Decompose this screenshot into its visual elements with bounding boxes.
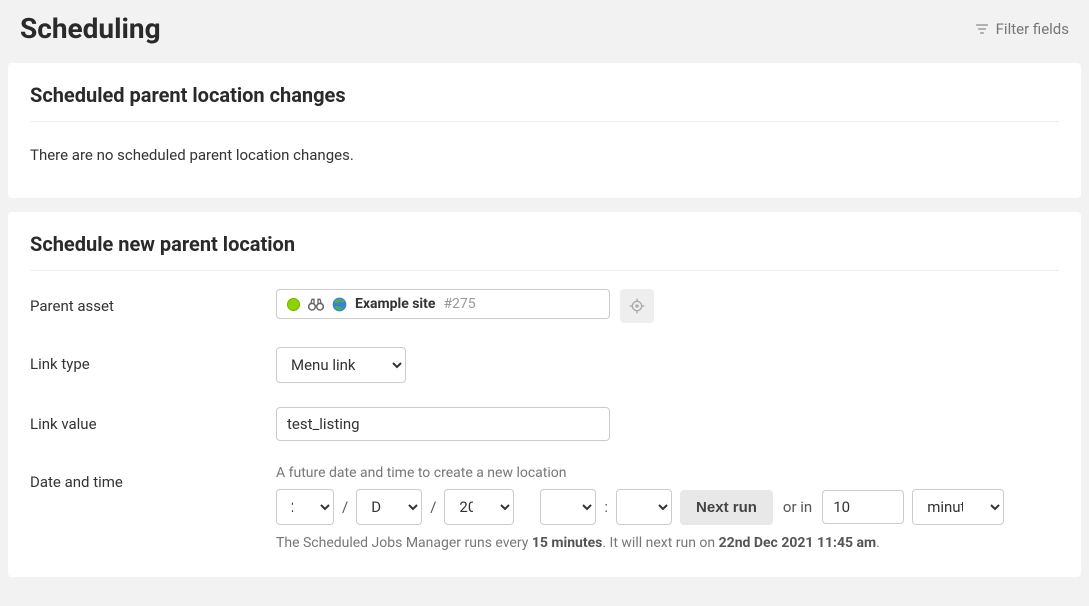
panel-title-scheduled: Scheduled parent location changes [30,83,1059,122]
or-in-label: or in [781,498,814,516]
asset-picker-button[interactable] [620,289,654,323]
page-title: Scheduling [20,12,161,45]
parent-asset-label: Parent asset [30,289,276,315]
target-icon [629,298,645,314]
status-dot-icon [287,298,300,311]
filter-fields-label: Filter fields [996,20,1069,38]
binoculars-icon [308,297,324,311]
date-time-label: Date and time [30,465,276,491]
globe-icon [332,297,347,312]
parent-asset-chip[interactable]: Example site #275 [276,289,610,319]
schedule-new-panel: Schedule new parent location Parent asse… [8,212,1081,577]
link-value-label: Link value [30,407,276,433]
asset-name: Example site [355,296,435,312]
panel-title-new: Schedule new parent location [30,232,1059,271]
relative-value-input[interactable] [822,490,904,524]
link-type-label: Link type [30,347,276,373]
date-separator: / [430,498,436,516]
date-separator: / [342,498,348,516]
filter-icon [974,21,990,37]
year-select[interactable]: 2021 [444,489,514,525]
month-select[interactable]: Dec [356,489,422,525]
date-time-helper: A future date and time to create a new l… [276,465,1059,481]
next-run-button[interactable]: Next run [680,490,773,525]
day-select[interactable]: 22 [276,489,334,525]
link-value-input[interactable] [276,407,610,441]
asset-id: #275 [443,296,475,312]
scheduler-footer-note: The Scheduled Jobs Manager runs every 15… [276,535,1059,551]
minute-select[interactable]: 45 [616,489,672,525]
hour-select[interactable]: 11 [540,489,596,525]
filter-fields-button[interactable]: Filter fields [974,20,1069,38]
link-type-select[interactable]: Menu link [276,347,406,383]
time-separator: : [604,498,608,516]
scheduled-changes-panel: Scheduled parent location changes There … [8,63,1081,198]
relative-unit-select[interactable]: minutes [912,489,1004,525]
empty-message: There are no scheduled parent location c… [30,140,1059,178]
